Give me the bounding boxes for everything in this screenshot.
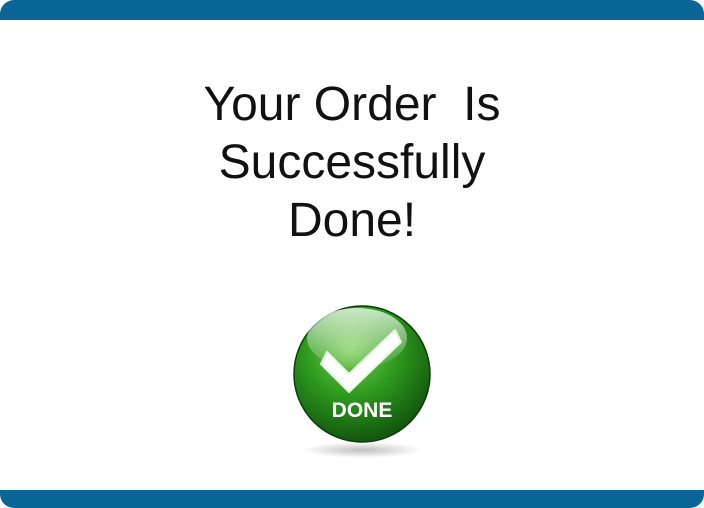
top-accent-bar [0, 0, 704, 20]
badge-shadow [302, 442, 422, 458]
success-message-line-3: Done! [287, 194, 417, 247]
order-success-card: Your Order Is Successfully Done! DONE [0, 0, 704, 508]
bottom-accent-bar [0, 490, 704, 508]
done-badge: DONE [291, 290, 433, 466]
done-label: DONE [332, 399, 393, 422]
success-message-line-1: Your Order Is [203, 78, 501, 131]
done-badge-graphic: DONE [293, 305, 431, 458]
success-message-line-2: Successfully [218, 136, 486, 189]
success-message: Your Order Is Successfully Done! [0, 76, 704, 250]
